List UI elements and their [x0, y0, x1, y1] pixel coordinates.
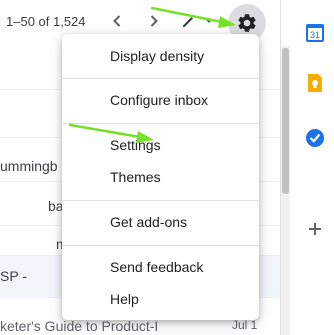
chevron-left-icon[interactable] [106, 10, 128, 32]
email-subject: SP - [0, 268, 27, 284]
menu-item-label: Get add-ons [110, 214, 188, 230]
menu-item-label: Display density [110, 48, 205, 64]
menu-divider [62, 78, 259, 79]
menu-divider [62, 200, 259, 201]
scrollbar-thumb[interactable] [282, 48, 289, 194]
email-date: Jul 1 [232, 318, 258, 332]
menu-item-help[interactable]: Help [62, 285, 259, 315]
menu-item-label: Settings [110, 137, 161, 153]
menu-item-send-feedback[interactable]: Send feedback [62, 253, 259, 283]
email-subject: keter's Guide to Product-I [0, 318, 159, 334]
calendar-day: 31 [310, 30, 320, 40]
email-sender: ummingb [0, 158, 58, 174]
chevron-right-icon[interactable] [143, 10, 165, 32]
pencil-icon[interactable] [178, 10, 200, 32]
add-icon[interactable] [304, 218, 326, 240]
menu-item-label: Themes [110, 169, 161, 185]
menu-item-configure-inbox[interactable]: Configure inbox [62, 86, 259, 116]
menu-item-label: Send feedback [110, 259, 204, 275]
caret-down-icon[interactable] [202, 14, 216, 28]
menu-item-get-add-ons[interactable]: Get add-ons [62, 208, 259, 238]
menu-item-label: Configure inbox [110, 92, 209, 108]
menu-item-themes[interactable]: Themes [62, 163, 259, 193]
menu-item-display-density[interactable]: Display density [62, 42, 259, 72]
menu-item-settings[interactable]: Settings [62, 131, 259, 161]
gear-icon [238, 14, 256, 32]
calendar-icon[interactable]: 31 [304, 22, 326, 44]
pagination-text: 1–50 of 1,524 [6, 14, 86, 29]
menu-item-label: Help [110, 291, 139, 307]
keep-icon[interactable] [304, 72, 326, 94]
tasks-icon[interactable] [304, 127, 326, 149]
menu-divider [62, 123, 259, 124]
settings-menu: Display density Configure inbox Settings… [62, 34, 259, 320]
menu-divider [62, 245, 259, 246]
